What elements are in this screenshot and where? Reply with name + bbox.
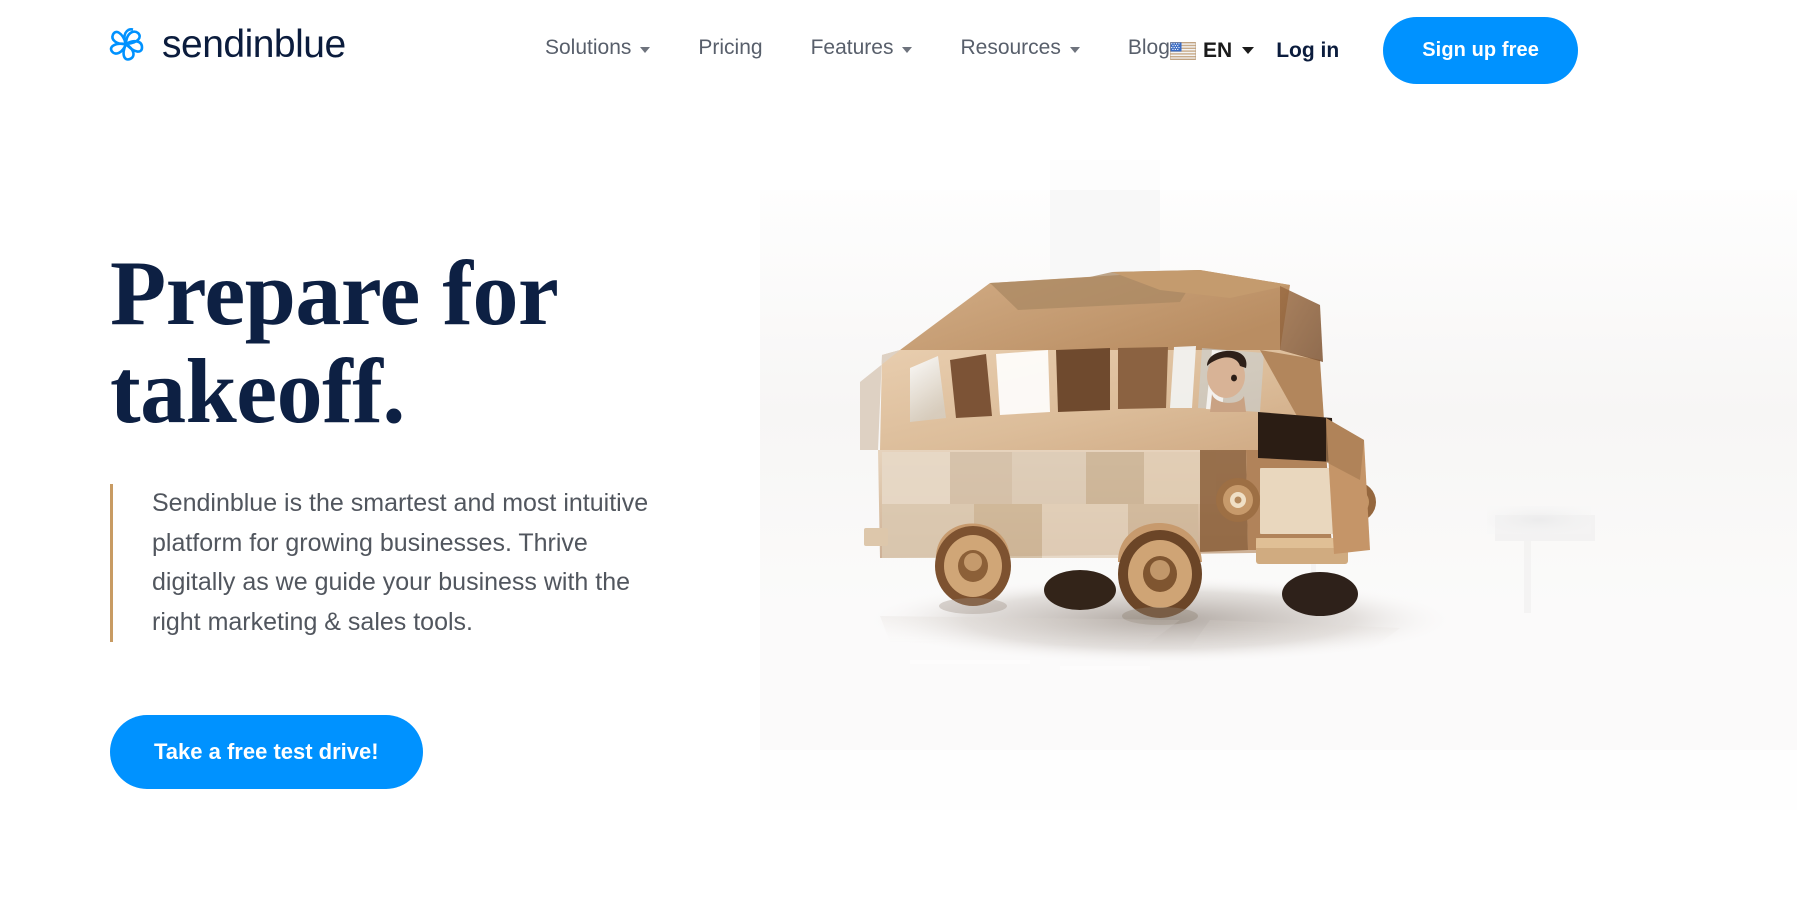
sendinblue-pinwheel-icon [104,22,148,66]
wooden-toy-van-image [760,150,1797,810]
nav-label: Resources [960,36,1061,59]
brand-name: sendinblue [162,22,346,66]
hero-title-line-2: takeoff. [110,339,405,442]
chevron-down-icon [640,46,651,53]
landing-page: sendinblue Solutions Pricing Features Re… [0,0,1797,901]
page-title: Prepare for takeoff. [110,242,750,442]
nav-item-resources[interactable]: Resources [936,34,1103,62]
language-code: EN [1203,39,1233,62]
us-flag-icon [1170,41,1197,60]
driver-figure [1207,350,1247,412]
nav-item-solutions[interactable]: Solutions [521,34,674,62]
van-headlight-left [1216,478,1260,522]
header-actions: EN Log in Sign up free [1170,0,1797,101]
site-header: sendinblue Solutions Pricing Features Re… [0,0,1797,101]
van-rear-wheel [935,526,1011,606]
test-drive-cta-button[interactable]: Take a free test drive! [110,715,423,789]
signup-button[interactable]: Sign up free [1383,17,1578,84]
hero-paragraph-block: Sendinblue is the smartest and most intu… [110,484,652,642]
van-rear-right-wheel [1044,570,1116,610]
brand-logo[interactable]: sendinblue [104,22,346,66]
hero-paragraph: Sendinblue is the smartest and most intu… [152,489,649,636]
hero-title-line-1: Prepare for [110,242,559,344]
nav-label: Features [810,36,894,59]
nav-item-features[interactable]: Features [787,34,937,62]
login-link[interactable]: Log in [1276,40,1339,61]
van-front-wheel [1118,530,1202,618]
chevron-down-icon [1069,46,1080,53]
nav-label: Solutions [545,36,632,59]
hero-illustration [760,150,1797,810]
language-selector[interactable]: EN [1170,39,1255,62]
nav-label: Blog [1127,36,1170,59]
van-front-right-wheel [1282,572,1358,616]
background-sign-board-right [1487,506,1591,534]
nav-label: Pricing [698,36,763,59]
main-navigation: Solutions Pricing Features Resources Blo… [521,34,1194,62]
nav-item-pricing[interactable]: Pricing [674,34,786,62]
chevron-down-icon [902,46,913,53]
chevron-down-icon [1242,47,1255,54]
accent-bar [110,484,113,642]
